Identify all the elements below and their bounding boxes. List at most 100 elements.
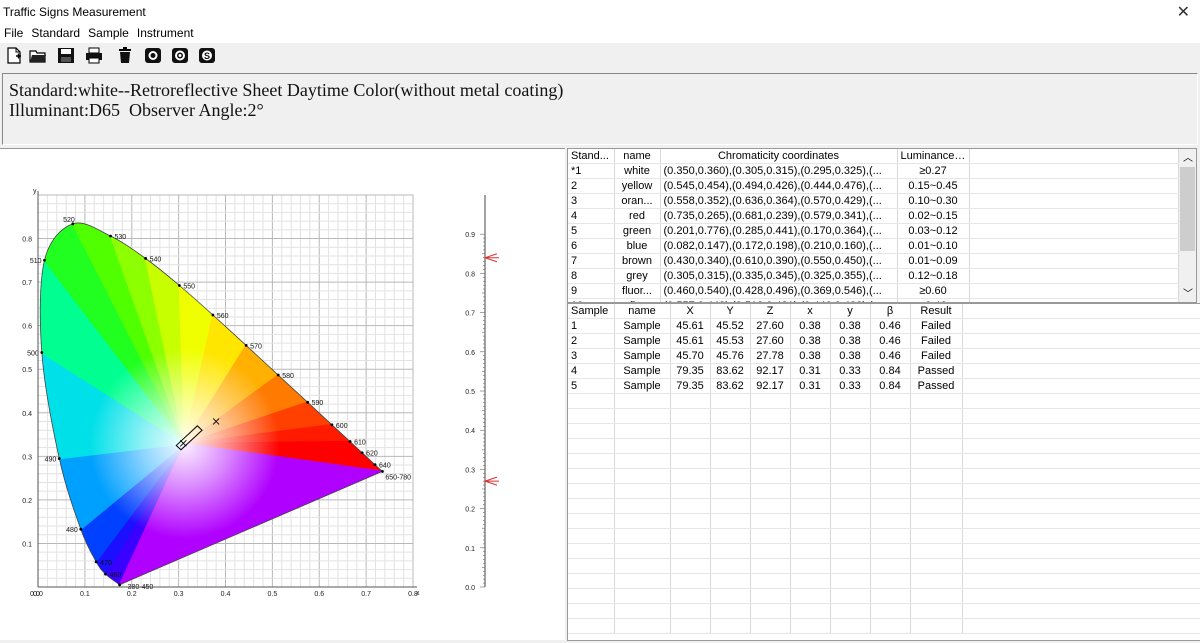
wavelength-label: 650-780 (385, 474, 411, 481)
column-header[interactable]: Z (750, 304, 791, 319)
scrollbar-thumb[interactable] (1180, 167, 1195, 251)
table-cell: (0.082,0.147),(0.172,0.198),(0.210,0.160… (660, 238, 898, 254)
wavelength-label: 550 (183, 283, 195, 290)
scroll-up-icon[interactable]: ︿ (1183, 149, 1193, 164)
window-title: Traffic Signs Measurement (3, 5, 146, 19)
table-cell: oran... (614, 193, 661, 209)
new-file-icon[interactable] (5, 47, 23, 64)
column-header[interactable]: name (614, 304, 671, 319)
y-tick-label: 0.2 (22, 498, 32, 505)
y-tick-label: 0.5 (22, 367, 32, 374)
y-tick-label: 0.7 (22, 280, 32, 287)
locus-point (211, 313, 215, 317)
table-cell: Passed (910, 363, 963, 379)
locus-point (43, 258, 46, 262)
table-row[interactable]: 4 red (0.735,0.265),(0.681,0.239),(0.579,0… (568, 208, 1179, 224)
table-cell: 27.60 (750, 333, 791, 349)
column-header[interactable]: x (790, 304, 831, 319)
wavelength-label: 540 (150, 256, 162, 263)
column-header[interactable]: X (670, 304, 711, 319)
vertical-scrollbar[interactable]: ︿ ﹀ (1179, 149, 1196, 302)
column-header[interactable]: Result (910, 304, 963, 319)
table-cell: 0.38 (830, 348, 871, 364)
wavelength-label: 600 (336, 423, 348, 430)
table-cell: Sample (614, 378, 671, 394)
y-tick-label: 0.4 (22, 411, 32, 418)
column-header[interactable]: Stand... (568, 149, 615, 164)
empty-row (568, 468, 1200, 484)
table-row[interactable]: 3 oran... (0.558,0.352),(0.636,0.364),(0.5… (568, 193, 1179, 209)
column-header[interactable]: Y (710, 304, 751, 319)
menu-file[interactable]: File (4, 25, 23, 42)
empty-row (568, 483, 1200, 499)
table-cell: 45.61 (670, 318, 711, 334)
samples-table: Sample name X Y Zx y β Result 1 Sample 45.61 45.52… (567, 303, 1200, 641)
close-button[interactable]: ✕ (1177, 2, 1190, 22)
table-cell: Passed (910, 378, 963, 394)
print-icon[interactable] (85, 47, 103, 64)
standard-info-line: Standard:white--Retroreflective Sheet Da… (9, 80, 564, 100)
scale-tick-label: 0.1 (465, 546, 475, 553)
scroll-down-icon[interactable]: ﹀ (1183, 285, 1193, 300)
table-cell: ≥0.60 (897, 283, 970, 299)
table-row[interactable]: 4 Sample 79.35 83.62 92.17 0.31 0.33 0.84 Passed (568, 363, 1200, 379)
scale-tick-label: 0.9 (465, 232, 475, 239)
column-header[interactable]: Chromaticity coordinates (660, 149, 898, 164)
column-header[interactable]: name (614, 149, 661, 164)
table-cell: 8 (568, 268, 615, 284)
wavelength-label: 590 (312, 400, 324, 407)
column-header[interactable]: Luminance ... (897, 149, 970, 164)
table-row[interactable]: 3 Sample 45.70 45.76 27.78 0.38 0.38 0.46 Failed (568, 348, 1200, 364)
table-cell: 0.10~0.30 (897, 193, 970, 209)
table-cell: 5 (568, 378, 615, 394)
table-row[interactable]: 2 Sample 45.61 45.53 27.60 0.38 0.38 0.46 Failed (568, 333, 1200, 349)
delete-icon[interactable] (116, 47, 134, 64)
table-row[interactable]: 7 brown (0.430,0.340),(0.610,0.390),(0.550… (568, 253, 1179, 269)
table-cell: Sample (614, 348, 671, 364)
table-row[interactable]: 1 Sample 45.61 45.52 27.60 0.38 0.38 0.46 Failed (568, 318, 1200, 334)
chromaticity-chart-panel: 380-450 460 470 480 490 500 510 520 530 540 550 560… (0, 148, 565, 640)
table-cell: 45.53 (710, 333, 751, 349)
menu-standard[interactable]: Standard (31, 25, 80, 42)
table-cell: (0.305,0.315),(0.335,0.345),(0.325,0.355… (660, 268, 898, 284)
table-cell: 0.46 (870, 348, 911, 364)
table-row[interactable]: 2 yellow (0.545,0.454),(0.494,0.426),(0.44… (568, 178, 1179, 194)
table-cell-empty (962, 363, 1200, 379)
y-axis-label: y (33, 188, 37, 195)
table-row[interactable]: 6 blue (0.082,0.147),(0.172,0.198),(0.210,… (568, 238, 1179, 254)
menu-sample[interactable]: Sample (88, 25, 129, 42)
origin-label: 0.0 (30, 591, 40, 598)
table-row[interactable]: 5 green (0.201,0.776),(0.285,0.441),(0.170… (568, 223, 1179, 239)
measure-icon[interactable] (144, 47, 162, 64)
table-cell: 0.31 (790, 363, 831, 379)
standard-icon[interactable]: S (198, 47, 216, 64)
column-header-empty (969, 149, 1179, 164)
open-folder-icon[interactable] (29, 47, 47, 64)
wavelength-label: 460 (110, 572, 122, 579)
table-cell: 7 (568, 253, 615, 269)
menu-instrument[interactable]: Instrument (137, 25, 194, 42)
column-header[interactable]: Sample (568, 304, 615, 319)
table-row[interactable]: 5 Sample 79.35 83.62 92.17 0.31 0.33 0.84 Passed (568, 378, 1200, 394)
table-cell: 0.15~0.45 (897, 178, 970, 194)
table-cell-empty (969, 193, 1179, 209)
table-cell: 0.12~0.18 (897, 268, 970, 284)
empty-row (568, 438, 1200, 454)
table-cell: 0.31 (790, 378, 831, 394)
table-cell-empty (969, 208, 1179, 224)
table-row[interactable]: *1 white (0.350,0.360),(0.305,0.315),(0.29… (568, 163, 1179, 179)
calibrate-icon[interactable] (171, 47, 189, 64)
table-row[interactable]: 9 fluor... (0.460,0.540),(0.428,0.496),(0.… (568, 283, 1179, 299)
save-icon[interactable] (57, 47, 75, 64)
empty-row (568, 603, 1200, 619)
scale-tick-label: 0.8 (465, 271, 475, 278)
table-cell: (0.460,0.540),(0.428,0.496),(0.369,0.546… (660, 283, 898, 299)
column-header[interactable]: β (870, 304, 911, 319)
locus-point (109, 234, 112, 238)
wavelength-label: 470 (100, 560, 112, 567)
table-cell: (0.201,0.776),(0.285,0.441),(0.170,0.364… (660, 223, 898, 239)
table-cell: ≥0.27 (897, 163, 970, 179)
table-row[interactable]: 8 grey (0.305,0.315),(0.335,0.345),(0.325,… (568, 268, 1179, 284)
empty-row (568, 588, 1200, 604)
column-header[interactable]: y (830, 304, 871, 319)
